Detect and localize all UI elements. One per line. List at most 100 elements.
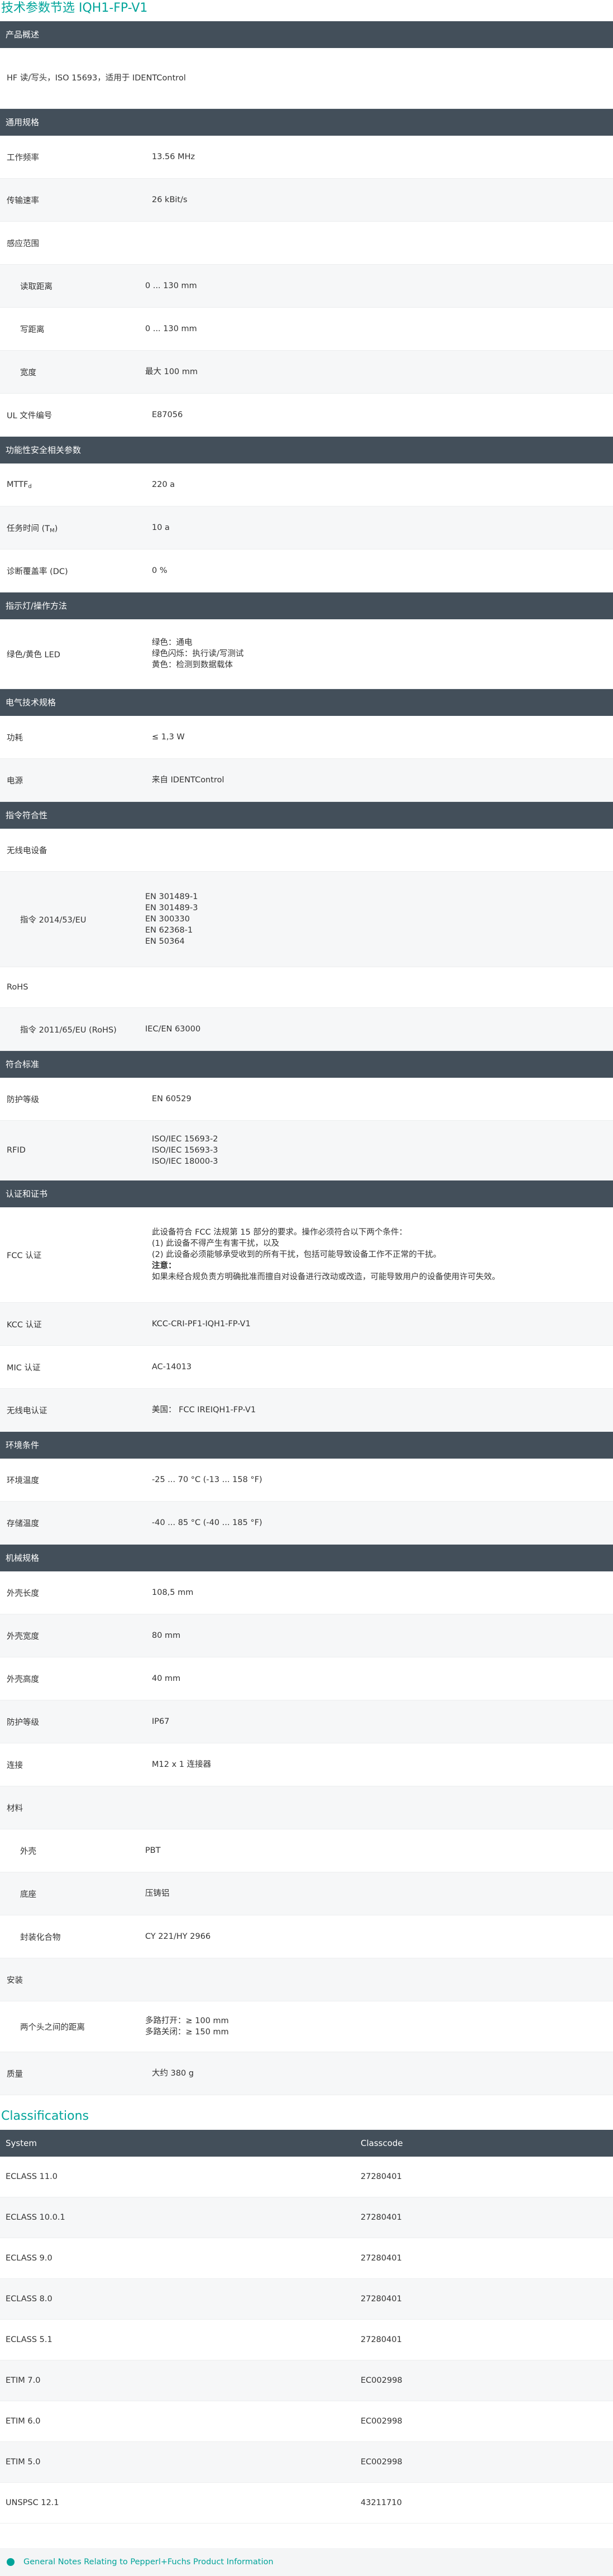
- spec-row: 防护等级 IP67: [0, 1700, 613, 1743]
- table-row: ECLASS 5.1 27280401: [0, 2320, 613, 2360]
- classcode-cell: EC002998: [361, 2376, 403, 2385]
- spec-row: RoHS: [0, 967, 613, 1008]
- spec-label: 无线电设备: [7, 846, 47, 856]
- spec-value-line: 26 kBit/s: [152, 195, 188, 204]
- spec-value: 108,5 mm: [152, 1587, 613, 1598]
- spec-value-line: EN 301489-3: [145, 904, 198, 912]
- section-header: 产品概述: [0, 21, 613, 48]
- spec-value-line: 多路关闭：≥ 150 mm: [145, 2028, 229, 2037]
- spec-value-line: 来自 IDENTControl: [152, 776, 224, 785]
- spec-label: 感应范围: [7, 239, 39, 248]
- section-header: 符合标准: [0, 1051, 613, 1078]
- spec-value-line: -25 ... 70 °C (-13 ... 158 °F): [152, 1475, 262, 1484]
- spec-value-line: 此设备符合 FCC 法规第 15 部分的要求。操作必须符合以下两个条件：: [152, 1228, 407, 1237]
- spec-value-line: PBT: [145, 1846, 161, 1855]
- classcode-cell: 27280401: [361, 2213, 402, 2222]
- spec-label: RoHS: [7, 983, 28, 992]
- bullet-icon: [7, 2558, 15, 2566]
- spec-value: 来自 IDENTControl: [152, 775, 613, 786]
- spec-row: KCC 认证 KCC-CRI-PF1-IQH1-FP-V1: [0, 1303, 613, 1346]
- spec-label: RFID: [7, 1146, 26, 1155]
- spec-value: 0 ... 130 mm: [145, 280, 613, 291]
- spec-label: 外壳: [20, 1847, 36, 1856]
- spec-value-line: 13.56 MHz: [152, 152, 195, 161]
- spec-value: 大约 380 g: [152, 2068, 613, 2079]
- spec-row: 材料: [0, 1786, 613, 1829]
- spec-value-line: EN 60529: [152, 1095, 191, 1103]
- spec-value-line: IEC/EN 63000: [145, 1025, 201, 1034]
- general-notes-link[interactable]: General Notes Relating to Pepperl+Fuchs …: [0, 2548, 613, 2576]
- spec-label: 工作频率: [7, 153, 39, 163]
- spec-row: 传输速率 26 kBit/s: [0, 179, 613, 222]
- spec-label: 写距离: [20, 325, 45, 334]
- spec-value-line: EN 300330: [145, 915, 190, 924]
- classcode-cell: EC002998: [361, 2458, 403, 2467]
- table-row: ECLASS 9.0 27280401: [0, 2238, 613, 2279]
- spec-row: 外壳高度 40 mm: [0, 1657, 613, 1700]
- spec-value: HF 读/写头，ISO 15693，适用于 IDENTControl: [0, 73, 613, 84]
- spec-label: 材料: [7, 1804, 23, 1813]
- system-cell: ETIM 5.0: [6, 2458, 41, 2467]
- spec-row: 功耗 ≤ 1,3 W: [0, 716, 613, 759]
- spec-value: 13.56 MHz: [152, 151, 613, 163]
- spec-value-line: 多路打开：≥ 100 mm: [145, 2016, 229, 2025]
- spec-value-line: EN 50364: [145, 937, 185, 946]
- spec-label: 传输速率: [7, 196, 39, 205]
- spec-row: 存储温度 -40 ... 85 °C (-40 ... 185 °F): [0, 1502, 613, 1545]
- spec-value: M12 x 1 连接器: [152, 1759, 613, 1770]
- table-row: ECLASS 11.0 27280401: [0, 2157, 613, 2197]
- section-header: 功能性安全相关参数: [0, 437, 613, 463]
- table-row: ECLASS 8.0 27280401: [0, 2279, 613, 2320]
- spec-value-line: CY 221/HY 2966: [145, 1932, 211, 1941]
- spec-row: 指令 2014/53/EU EN 301489-1 EN 301489-3 EN 30…: [0, 872, 613, 967]
- spec-row: 外壳 PBT: [0, 1829, 613, 1872]
- spec-label: KCC 认证: [7, 1320, 42, 1330]
- spec-value-line: KCC-CRI-PF1-IQH1-FP-V1: [152, 1320, 251, 1328]
- spec-row: 任务时间 (TM) 10 a: [0, 506, 613, 549]
- system-cell: ECLASS 8.0: [6, 2295, 52, 2303]
- spec-value-line: 绿色闪烁：执行读/写测试: [152, 649, 244, 658]
- spec-value-line: 108,5 mm: [152, 1588, 194, 1597]
- spec-row: 连接 M12 x 1 连接器: [0, 1743, 613, 1786]
- spec-label: 指令 2011/65/EU (RoHS): [20, 1025, 117, 1035]
- table-row: UNSPSC 12.1 43211710: [0, 2483, 613, 2524]
- system-cell: ETIM 7.0: [6, 2376, 41, 2385]
- general-notes-label: General Notes Relating to Pepperl+Fuchs …: [23, 2558, 274, 2567]
- spec-label: 防护等级: [7, 1095, 39, 1105]
- spec-value-line: 绿色：通电: [152, 638, 193, 647]
- spec-label: MIC 认证: [7, 1363, 41, 1373]
- spec-value: 0 ... 130 mm: [145, 323, 613, 334]
- spec-label: 安装: [7, 1976, 23, 1985]
- classcode-cell: EC002998: [361, 2417, 403, 2426]
- spec-value: 0 %: [152, 565, 613, 576]
- spec-value: IP67: [152, 1716, 613, 1727]
- system-cell: ECLASS 11.0: [6, 2172, 58, 2181]
- spec-label: 外壳宽度: [7, 1632, 39, 1641]
- spec-sections: 产品概述 HF 读/写头，ISO 15693，适用于 IDENTControl 通用…: [0, 21, 613, 2095]
- spec-row: 无线电设备: [0, 829, 613, 872]
- spec-label: UL 文件编号: [7, 411, 52, 420]
- system-cell: ECLASS 9.0: [6, 2254, 52, 2263]
- spec-label: 质量: [7, 2070, 23, 2079]
- spec-row: 感应范围: [0, 222, 613, 265]
- spec-label: 环境温度: [7, 1476, 39, 1485]
- spec-label: 存储温度: [7, 1519, 39, 1528]
- spec-row: 外壳长度 108,5 mm: [0, 1571, 613, 1614]
- spec-value: ≤ 1,3 W: [152, 732, 613, 743]
- spec-value-line: ≤ 1,3 W: [152, 733, 185, 742]
- spec-label: 底座: [20, 1890, 36, 1899]
- spec-row: MTTFd 220 a: [0, 463, 613, 506]
- spec-value-line: ISO/IEC 18000-3: [152, 1157, 218, 1166]
- spec-label: MTTFd: [7, 480, 32, 490]
- system-cell: UNSPSC 12.1: [6, 2498, 59, 2507]
- spec-label: 连接: [7, 1761, 23, 1770]
- spec-value-line: 压铸铝: [145, 1889, 170, 1898]
- spec-row: 指令 2011/65/EU (RoHS) IEC/EN 63000: [0, 1008, 613, 1051]
- spec-value-line: 0 %: [152, 566, 167, 575]
- spec-label: 外壳长度: [7, 1589, 39, 1598]
- spec-value: -25 ... 70 °C (-13 ... 158 °F): [152, 1474, 613, 1485]
- spec-value-line: 0 ... 130 mm: [145, 281, 197, 290]
- spec-value: 压铸铝: [145, 1888, 613, 1899]
- spec-value-line: (2) 此设备必须能够承受收到的所有干扰，包括可能导致设备工作不正常的干扰。: [152, 1250, 442, 1259]
- spec-value-line: HF 读/写头，ISO 15693，适用于 IDENTControl: [7, 74, 186, 83]
